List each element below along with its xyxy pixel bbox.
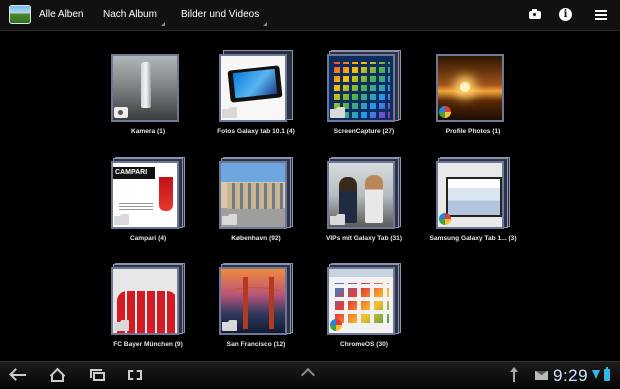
media-filter-dropdown[interactable]: Bilder und Videos [181,9,268,26]
expand-up-icon[interactable] [300,367,316,383]
album-label: FC Bayer München (9) [113,341,183,348]
wifi-icon[interactable] [592,370,600,379]
album-label: København (92) [231,235,281,242]
folder-icon [222,107,237,118]
album-thumbnail[interactable] [436,157,510,231]
album-label: Fotos Galaxy tab 10.1 (4) [217,128,295,135]
group-by-dropdown[interactable]: Nach Album [103,9,165,26]
back-icon[interactable] [10,368,30,382]
album-thumbnail[interactable] [327,50,401,124]
album-label: VIPs mit Galaxy Tab (31) [325,235,403,242]
camera-badge-icon [114,107,128,118]
folder-icon [330,214,345,225]
folder-icon [222,320,237,331]
album-label: ChromeOS (30) [340,341,388,348]
action-bar: Alle Alben Nach Album Bilder und Videos … [0,0,620,31]
folder-icon [222,214,237,225]
album-label: Samsung Galaxy Tab 1... (3) [429,235,517,242]
album-thumbnail[interactable] [111,52,183,124]
album-label: Profile Photos (1) [445,128,501,135]
gallery-app-icon[interactable] [9,5,31,24]
album-thumbnail[interactable] [219,50,293,124]
album-label: Campari (4) [129,235,167,242]
page-title: Alle Alben [39,9,84,20]
album-label: San Francisco (12) [226,341,286,348]
menu-icon[interactable] [594,7,610,23]
picasa-icon [330,319,342,331]
album-label: ScreenCapture (27) [333,128,395,135]
album-thumbnail[interactable] [436,52,508,124]
battery-icon[interactable] [604,367,610,381]
info-icon[interactable]: i [558,7,574,23]
album-thumbnail[interactable] [327,263,401,337]
mail-icon[interactable] [535,371,548,380]
album-thumbnail[interactable] [111,263,185,337]
album-label: Kamera (1) [130,128,166,135]
album-thumbnail[interactable] [327,157,401,231]
picasa-icon [439,213,451,225]
status-clock[interactable]: 9:29 [553,366,588,386]
system-bar: 9:29 [0,361,620,389]
usb-icon[interactable] [510,367,519,382]
album-thumbnail[interactable] [219,263,293,337]
home-icon[interactable] [48,368,68,382]
camera-icon[interactable] [527,7,543,23]
screenshot-icon[interactable] [126,368,146,382]
folder-icon [330,107,345,118]
recent-apps-icon[interactable] [88,368,108,382]
folder-icon [114,214,129,225]
album-thumbnail[interactable]: CAMPARI [111,157,185,231]
picasa-icon [439,106,451,118]
album-thumbnail[interactable] [219,157,293,231]
